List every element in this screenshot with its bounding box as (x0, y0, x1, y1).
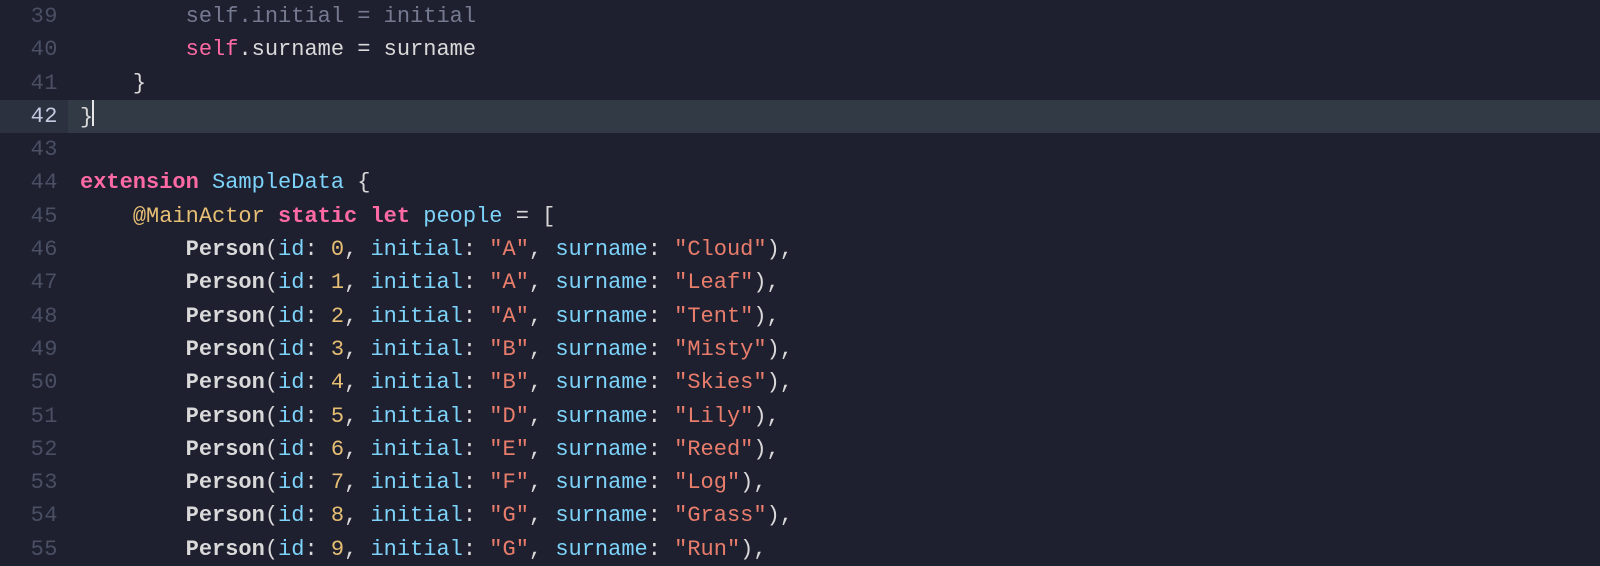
code-line[interactable]: extension SampleData { (68, 166, 1600, 199)
code-line[interactable]: Person(id: 0, initial: "A", surname: "Cl… (68, 233, 1600, 266)
text-cursor (92, 100, 94, 126)
line-number-gutter: 3940414243444546474849505152535455 (0, 0, 68, 560)
code-line[interactable]: self.initial = initial (68, 0, 1600, 33)
code-line[interactable]: Person(id: 2, initial: "A", surname: "Te… (68, 300, 1600, 333)
line-number: 51 (0, 400, 58, 433)
line-number: 39 (0, 0, 58, 33)
code-line[interactable]: Person(id: 9, initial: "G", surname: "Ru… (68, 533, 1600, 566)
line-number: 41 (0, 67, 58, 100)
code-line[interactable]: self.surname = surname (68, 33, 1600, 66)
line-number: 54 (0, 499, 58, 532)
code-line[interactable]: Person(id: 8, initial: "G", surname: "Gr… (68, 499, 1600, 532)
line-number: 42 (0, 100, 58, 133)
line-number: 52 (0, 433, 58, 466)
line-number: 43 (0, 133, 58, 166)
line-number: 53 (0, 466, 58, 499)
code-line[interactable]: Person(id: 6, initial: "E", surname: "Re… (68, 433, 1600, 466)
code-area[interactable]: self.initial = initial self.surname = su… (68, 0, 1600, 560)
code-line[interactable]: @MainActor static let people = [ (68, 200, 1600, 233)
code-editor[interactable]: 3940414243444546474849505152535455 self.… (0, 0, 1600, 560)
line-number: 48 (0, 300, 58, 333)
line-number: 55 (0, 533, 58, 566)
line-number: 47 (0, 266, 58, 299)
line-number: 50 (0, 366, 58, 399)
line-number: 46 (0, 233, 58, 266)
line-number: 44 (0, 166, 58, 199)
code-line[interactable]: } (68, 100, 1600, 133)
line-number: 40 (0, 33, 58, 66)
code-line[interactable]: Person(id: 3, initial: "B", surname: "Mi… (68, 333, 1600, 366)
code-line[interactable]: Person(id: 1, initial: "A", surname: "Le… (68, 266, 1600, 299)
code-line[interactable]: Person(id: 5, initial: "D", surname: "Li… (68, 400, 1600, 433)
line-number: 49 (0, 333, 58, 366)
code-line[interactable] (68, 133, 1600, 166)
code-line[interactable]: } (68, 67, 1600, 100)
code-line[interactable]: Person(id: 7, initial: "F", surname: "Lo… (68, 466, 1600, 499)
code-line[interactable]: Person(id: 4, initial: "B", surname: "Sk… (68, 366, 1600, 399)
line-number: 45 (0, 200, 58, 233)
